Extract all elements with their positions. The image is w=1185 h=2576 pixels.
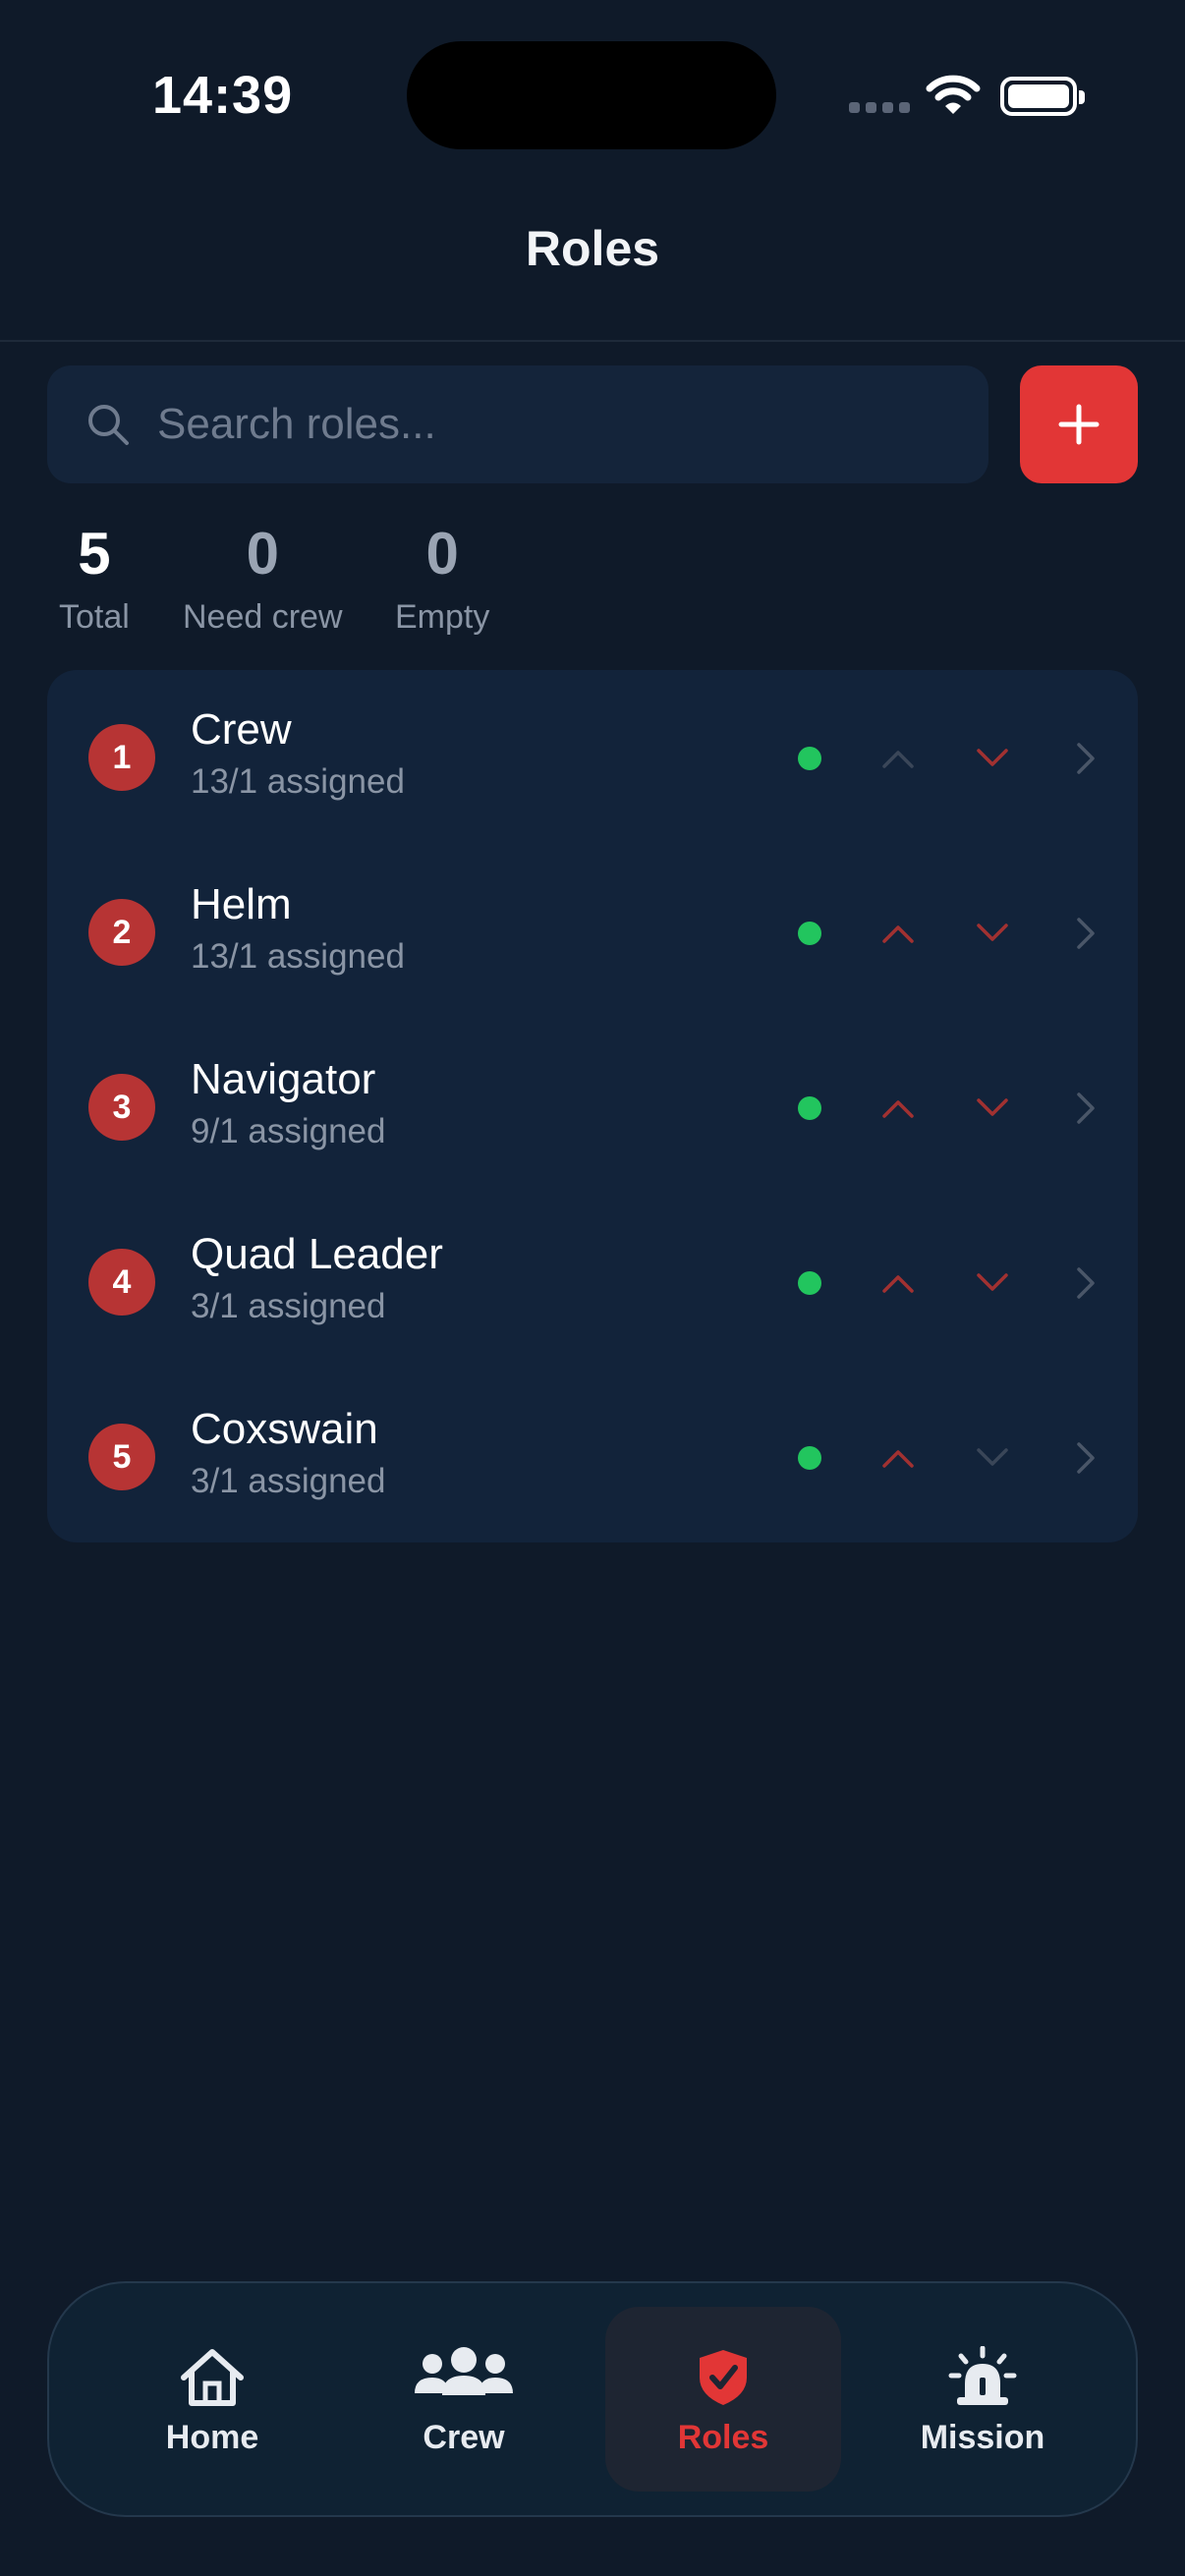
tab-mission[interactable]: Mission	[865, 2307, 1100, 2492]
add-role-button[interactable]	[1020, 365, 1138, 483]
role-name: Helm	[191, 880, 292, 928]
open-role-button[interactable]	[1061, 1085, 1108, 1132]
move-down-button[interactable]	[969, 1434, 1016, 1482]
role-name: Coxswain	[191, 1405, 378, 1453]
dynamic-island	[407, 41, 776, 149]
role-number-badge: 2	[88, 899, 155, 966]
role-row[interactable]: 1 Crew 13/1 assigned	[47, 670, 1138, 845]
role-number-badge: 1	[88, 724, 155, 791]
search-icon	[88, 405, 129, 445]
chevron-up-icon	[882, 751, 914, 768]
move-down-button[interactable]	[969, 1260, 1016, 1307]
status-dot-icon	[798, 747, 821, 770]
role-row[interactable]: 3 Navigator 9/1 assigned	[47, 1020, 1138, 1195]
role-assigned-count: 3/1 assigned	[191, 1462, 386, 1500]
chevron-up-icon	[882, 1450, 914, 1468]
tab-crew[interactable]: Crew	[346, 2307, 582, 2492]
tab-roles-label: Roles	[677, 2419, 769, 2456]
role-name: Navigator	[191, 1055, 376, 1103]
chevron-right-icon	[1077, 743, 1095, 774]
status-dot-icon	[798, 922, 821, 945]
role-number-badge: 3	[88, 1074, 155, 1141]
stat-total-label: Total	[59, 598, 130, 636]
role-name: Quad Leader	[191, 1230, 443, 1278]
chevron-down-icon	[977, 1273, 1008, 1291]
roles-list: 1 Crew 13/1 assigned 2 Helm 13/1 assigne…	[47, 670, 1138, 1542]
tab-home-label: Home	[165, 2419, 259, 2456]
stat-empty-value: 0	[425, 521, 459, 587]
status-dot-icon	[798, 1446, 821, 1470]
status-time: 14:39	[152, 66, 294, 125]
move-down-button[interactable]	[969, 1085, 1016, 1132]
role-name: Crew	[191, 705, 292, 754]
shield-check-icon	[700, 2350, 747, 2405]
people-icon	[415, 2347, 513, 2395]
role-assigned-count: 13/1 assigned	[191, 937, 405, 976]
chevron-up-icon	[882, 1275, 914, 1293]
chevron-down-icon	[977, 1448, 1008, 1466]
wifi-icon	[926, 75, 981, 114]
plus-icon	[1058, 404, 1100, 445]
siren-icon	[948, 2346, 1017, 2405]
role-row[interactable]: 5 Coxswain 3/1 assigned	[47, 1370, 1138, 1544]
chevron-down-icon	[977, 1098, 1008, 1116]
chevron-up-icon	[882, 925, 914, 943]
cellular-signal-icon	[849, 102, 910, 113]
move-up-button[interactable]	[875, 735, 922, 782]
move-up-button[interactable]	[875, 1085, 922, 1132]
tab-home[interactable]: Home	[94, 2307, 330, 2492]
role-assigned-count: 13/1 assigned	[191, 762, 405, 801]
tab-bar: Home Crew Roles Mission	[47, 2281, 1138, 2517]
chevron-right-icon	[1077, 1267, 1095, 1299]
role-number-badge: 4	[88, 1249, 155, 1316]
stat-need-crew: 0 Need crew	[183, 517, 343, 639]
tab-mission-label: Mission	[920, 2419, 1045, 2456]
move-down-button[interactable]	[969, 910, 1016, 957]
chevron-down-icon	[977, 749, 1008, 766]
page-title: Roles	[525, 221, 660, 276]
search-input[interactable]	[157, 365, 963, 483]
move-up-button[interactable]	[875, 1434, 922, 1482]
chevron-right-icon	[1077, 1092, 1095, 1124]
move-up-button[interactable]	[875, 1260, 922, 1307]
battery-icon	[1000, 77, 1085, 116]
search-bar[interactable]	[47, 365, 988, 483]
open-role-button[interactable]	[1061, 910, 1108, 957]
stat-empty-label: Empty	[395, 598, 490, 636]
role-number-badge: 5	[88, 1424, 155, 1490]
role-row[interactable]: 4 Quad Leader 3/1 assigned	[47, 1195, 1138, 1370]
move-up-button[interactable]	[875, 910, 922, 957]
stat-need-crew-label: Need crew	[183, 598, 343, 636]
role-row[interactable]: 2 Helm 13/1 assigned	[47, 845, 1138, 1020]
status-dot-icon	[798, 1096, 821, 1120]
tab-crew-label: Crew	[423, 2419, 505, 2456]
chevron-down-icon	[977, 924, 1008, 941]
open-role-button[interactable]	[1061, 1434, 1108, 1482]
status-dot-icon	[798, 1271, 821, 1295]
open-role-button[interactable]	[1061, 735, 1108, 782]
role-assigned-count: 9/1 assigned	[191, 1112, 386, 1150]
stat-total-value: 5	[78, 521, 111, 587]
chevron-right-icon	[1077, 1442, 1095, 1474]
status-bar: 14:39	[0, 0, 1185, 177]
chevron-right-icon	[1077, 918, 1095, 949]
stat-need-crew-value: 0	[246, 521, 279, 587]
home-icon	[181, 2349, 244, 2406]
chevron-up-icon	[882, 1100, 914, 1118]
move-down-button[interactable]	[969, 735, 1016, 782]
tab-roles[interactable]: Roles	[605, 2307, 841, 2492]
stat-empty: 0 Empty	[395, 517, 489, 639]
open-role-button[interactable]	[1061, 1260, 1108, 1307]
role-assigned-count: 3/1 assigned	[191, 1287, 386, 1325]
nav-header: Roles	[0, 177, 1185, 342]
stat-total: 5 Total	[59, 517, 130, 639]
